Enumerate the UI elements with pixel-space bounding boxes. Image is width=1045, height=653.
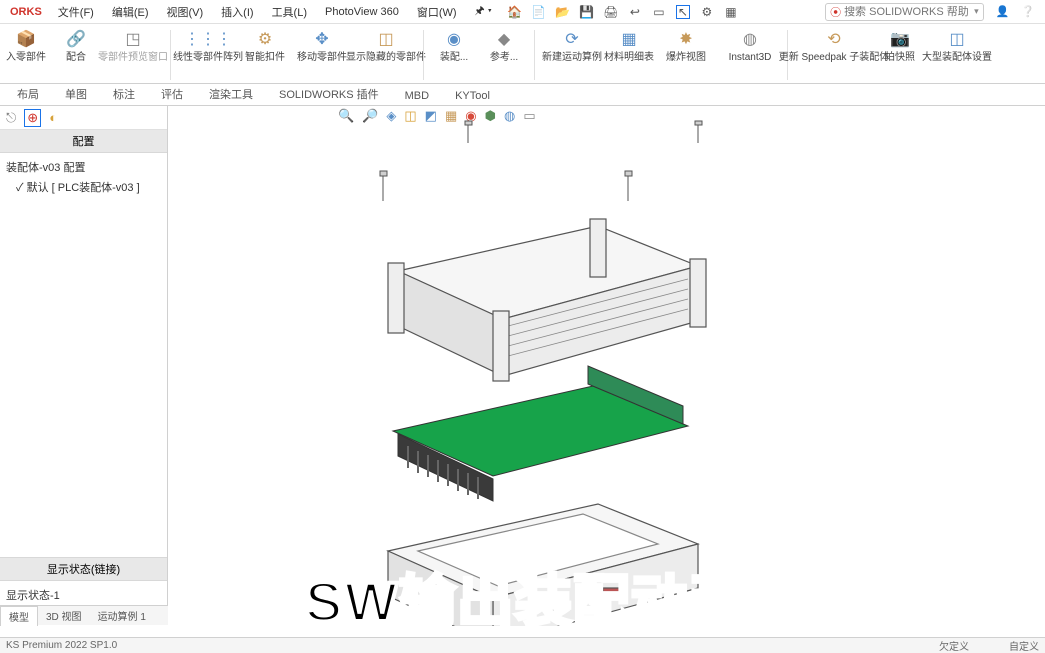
menu-window[interactable]: 窗口(W) [409, 2, 465, 22]
select-icon[interactable]: ▭ [652, 5, 666, 19]
menu-tools[interactable]: 工具(L) [264, 2, 315, 22]
exploded-icon: ✸ [675, 28, 697, 50]
quick-access-toolbar: 🏠 📄 📂 💾 🖨 ↩ ▭ ↖ ⚙ ▦ [508, 5, 738, 19]
new-icon[interactable]: 📄 [532, 5, 546, 19]
status-product: KS Premium 2022 SP1.0 [6, 640, 117, 651]
ribbon-show-hidden[interactable]: ◫显示隐藏的零部件 [357, 26, 415, 65]
pattern-icon: ⋮⋮⋮ [197, 28, 219, 50]
statusbar: KS Premium 2022 SP1.0 欠定义 自定义 [0, 637, 1045, 653]
menu-edit[interactable]: 编辑(E) [104, 2, 157, 22]
ribbon-new-motion[interactable]: ⟳新建运动算例 [543, 26, 601, 65]
ribbon-smart-fasten[interactable]: ⚙智能扣件 [243, 26, 287, 65]
ribbon-insert-component[interactable]: 📦入零部件 [4, 26, 48, 65]
menu-more-icon[interactable]: 🖈 ▾ [467, 0, 500, 23]
insert-comp-icon: 📦 [15, 28, 37, 50]
ref-icon: ◆ [493, 28, 515, 50]
tab-plugins[interactable]: SOLIDWORKS 插件 [266, 82, 392, 105]
instant3d-icon: ◍ [739, 28, 761, 50]
tree-default-config[interactable]: ✓ 默认 [ PLC装配体-v03 ] [2, 177, 165, 197]
options-icon[interactable]: ⚙ [700, 5, 714, 19]
mate-icon: 🔗 [65, 28, 87, 50]
app-icon[interactable]: ▦ [724, 5, 738, 19]
cursor-icon[interactable]: ↖ [676, 5, 690, 19]
fasten-icon: ⚙ [254, 28, 276, 50]
ribbon-mate[interactable]: 🔗配合 [54, 26, 98, 65]
bom-icon: ▦ [618, 28, 640, 50]
showhidden-icon: ◫ [375, 28, 397, 50]
search-input[interactable] [844, 6, 974, 18]
ribbon: 📦入零部件 🔗配合 ◳零部件预览窗口 ⋮⋮⋮线性零部件阵列 ⚙智能扣件 ✥移动零… [0, 24, 1045, 84]
btab-model[interactable]: 模型 [0, 606, 38, 626]
ribbon-linear-pattern[interactable]: ⋮⋮⋮线性零部件阵列 [179, 26, 237, 65]
undo-icon[interactable]: ↩ [628, 5, 642, 19]
user-icon[interactable]: 👤 [996, 5, 1010, 18]
move-icon: ✥ [311, 28, 333, 50]
graphics-viewport[interactable]: 🔍 🔎 ◈ ◫ ◩ ▦ ◉ ⬢ ◍ ▭ [168, 106, 1045, 625]
ribbon-exploded-view[interactable]: ✸爆炸视图 [657, 26, 715, 65]
motion-icon: ⟳ [561, 28, 583, 50]
menu-photoview[interactable]: PhotoView 360 [317, 4, 407, 20]
tab-annot[interactable]: 标注 [100, 82, 148, 105]
tab-layout[interactable]: 布局 [4, 82, 52, 105]
header-right: 👤 ❔ [996, 5, 1035, 18]
search-box[interactable]: ⦿ ▾ [825, 3, 984, 21]
feature-tabbar: 布局 单图 标注 评估 渲染工具 SOLIDWORKS 插件 MBD KYToo… [0, 84, 1045, 106]
feature-tree-icon[interactable]: ⎋ [6, 110, 16, 126]
ribbon-large-assembly[interactable]: ◫大型装配体设置 [928, 26, 986, 65]
save-icon[interactable]: 💾 [580, 5, 594, 19]
ribbon-move-component[interactable]: ✥移动零部件 [293, 26, 351, 65]
menu-file[interactable]: 文件(F) [50, 2, 102, 22]
bottom-tabstrip: 模型 3D 视图 运动算例 1 [0, 605, 168, 625]
tab-mbd[interactable]: MBD [392, 86, 442, 105]
feature-manager-panel: ⎋ ⊕ ◐ 配置 装配体-v03 配置 ✓ 默认 [ PLC装配体-v03 ] … [0, 106, 168, 625]
ribbon-reference[interactable]: ◆参考... [482, 26, 526, 65]
display-tab-icon[interactable]: ◐ [49, 110, 57, 125]
display-state-item[interactable]: 显示状态-1 [2, 585, 165, 605]
menu-view[interactable]: 视图(V) [159, 2, 212, 22]
tree-root[interactable]: 装配体-v03 配置 [2, 157, 165, 177]
ribbon-preview[interactable]: ◳零部件预览窗口 [104, 26, 162, 65]
speedpak-icon: ⟲ [823, 28, 845, 50]
ribbon-bom[interactable]: ▦材料明细表 [607, 26, 651, 65]
tab-eval[interactable]: 评估 [148, 82, 196, 105]
config-tree[interactable]: 装配体-v03 配置 ✓ 默认 [ PLC装配体-v03 ] [0, 153, 167, 557]
ribbon-assembly-features[interactable]: ◉装配... [432, 26, 476, 65]
ribbon-instant3d[interactable]: ◍Instant3D [721, 26, 779, 65]
menubar: ORKS 文件(F) 编辑(E) 视图(V) 插入(I) 工具(L) Photo… [0, 0, 1045, 24]
menu-insert[interactable]: 插入(I) [213, 2, 261, 22]
search-icon: ⦿ [830, 4, 841, 20]
camera-icon: 📷 [889, 28, 911, 50]
print-icon[interactable]: 🖨 [604, 5, 618, 19]
preview-icon: ◳ [122, 28, 144, 50]
tab-render[interactable]: 渲染工具 [196, 82, 266, 105]
status-custom: 自定义 [1009, 638, 1039, 653]
config-panel-header: 配置 [0, 130, 167, 153]
search-dropdown-icon[interactable]: ▾ [974, 6, 979, 17]
config-tab-icon[interactable]: ⊕ [24, 109, 41, 127]
ribbon-snapshot[interactable]: 📷拍快照 [878, 26, 922, 65]
btab-motion1[interactable]: 运动算例 1 [90, 606, 154, 625]
display-state-header: 显示状态(链接) [0, 558, 167, 581]
ribbon-speedpak[interactable]: ⟲更新 Speedpak 子装配体 [796, 26, 872, 65]
asm-icon: ◉ [443, 28, 465, 50]
open-icon[interactable]: 📂 [556, 5, 570, 19]
status-underdefined: 欠定义 [939, 638, 969, 653]
workspace: ⎋ ⊕ ◐ 配置 装配体-v03 配置 ✓ 默认 [ PLC装配体-v03 ] … [0, 106, 1045, 625]
help-icon[interactable]: ❔ [1021, 5, 1035, 18]
tab-kytool[interactable]: KYTool [442, 86, 503, 105]
tab-sketch[interactable]: 单图 [52, 82, 100, 105]
sidebar-tabs: ⎋ ⊕ ◐ [0, 106, 167, 130]
home-icon[interactable]: 🏠 [508, 5, 522, 19]
large-asm-icon: ◫ [946, 28, 968, 50]
btab-3dview[interactable]: 3D 视图 [38, 606, 90, 625]
app-name: ORKS [4, 6, 48, 18]
model-render [198, 116, 838, 626]
